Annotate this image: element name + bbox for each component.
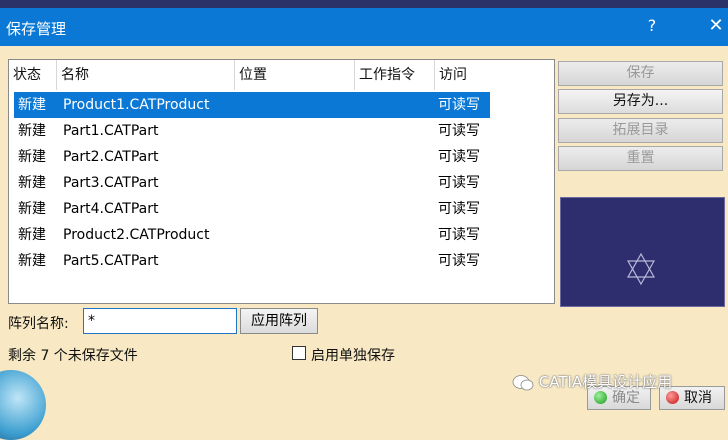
axis-icon	[626, 252, 656, 286]
row-name: Part2.CATPart	[63, 149, 159, 165]
close-icon[interactable]: ✕	[706, 15, 726, 36]
table-row[interactable]: 新建 Part5.CATPart 可读写	[14, 248, 490, 274]
background-ornament	[0, 370, 46, 440]
array-name-label: 阵列名称:	[8, 316, 69, 332]
row-status: 新建	[18, 123, 46, 139]
row-status: 新建	[18, 149, 46, 165]
row-status: 新建	[18, 175, 46, 191]
row-name: Part5.CATPart	[63, 253, 159, 269]
row-access: 可读写	[438, 227, 480, 243]
preview-panel	[560, 197, 725, 307]
watermark-text: CATIA模具设计应用	[538, 373, 673, 391]
desktop-top-strip	[0, 0, 728, 8]
table-row[interactable]: 新建 Part3.CATPart 可读写	[14, 170, 490, 196]
watermark: CATIA模具设计应用	[512, 371, 672, 392]
row-name: Part3.CATPart	[63, 175, 159, 191]
row-status: 新建	[18, 201, 46, 217]
row-access: 可读写	[438, 149, 480, 165]
column-header-location[interactable]: 位置	[235, 60, 355, 90]
reset-button[interactable]: 重置	[558, 146, 723, 171]
ok-icon	[594, 391, 607, 404]
row-access: 可读写	[438, 253, 480, 269]
table-row[interactable]: 新建 Part4.CATPart 可读写	[14, 196, 490, 222]
row-access: 可读写	[438, 201, 480, 217]
save-as-button[interactable]: 另存为...	[558, 89, 723, 114]
table-row[interactable]: 新建 Product2.CATProduct 可读写	[14, 222, 490, 248]
column-header-access[interactable]: 访问	[435, 60, 491, 90]
expand-directory-button[interactable]: 拓展目录	[558, 118, 723, 143]
table-row[interactable]: 新建 Part1.CATPart 可读写	[14, 118, 490, 144]
row-status: 新建	[18, 227, 46, 243]
save-button[interactable]: 保存	[558, 61, 723, 86]
separate-save-checkbox[interactable]	[292, 346, 306, 360]
row-name: Product1.CATProduct	[63, 97, 210, 113]
cancel-icon	[666, 391, 679, 404]
remaining-files-status: 剩余 7 个未保存文件	[8, 348, 138, 364]
table-row[interactable]: 新建 Part2.CATPart 可读写	[14, 144, 490, 170]
help-button[interactable]: ?	[642, 16, 662, 35]
column-header-name[interactable]: 名称	[57, 60, 235, 90]
row-name: Part4.CATPart	[63, 201, 159, 217]
row-access: 可读写	[438, 175, 480, 191]
cancel-label: 取消	[684, 390, 712, 406]
array-name-input[interactable]: *	[83, 308, 237, 334]
row-status: 新建	[18, 97, 46, 113]
column-header-work-instruction[interactable]: 工作指令	[355, 60, 435, 90]
row-access: 可读写	[438, 97, 480, 113]
wechat-icon	[512, 374, 534, 390]
row-name: Part1.CATPart	[63, 123, 159, 139]
separate-save-label[interactable]: 启用单独保存	[311, 345, 395, 365]
table-row[interactable]: 新建 Product1.CATProduct 可读写	[14, 92, 490, 118]
row-name: Product2.CATProduct	[63, 227, 210, 243]
row-access: 可读写	[438, 123, 480, 139]
apply-array-button[interactable]: 应用阵列	[240, 308, 318, 334]
dialog-title: 保存管理	[6, 20, 67, 38]
column-header-status[interactable]: 状态	[9, 60, 57, 90]
row-status: 新建	[18, 253, 46, 269]
dialog-title-bar[interactable]: 保存管理 ? ✕	[0, 8, 728, 46]
file-list[interactable]: 状态 名称 位置 工作指令 访问 新建 Product1.CATProduct …	[8, 59, 555, 304]
